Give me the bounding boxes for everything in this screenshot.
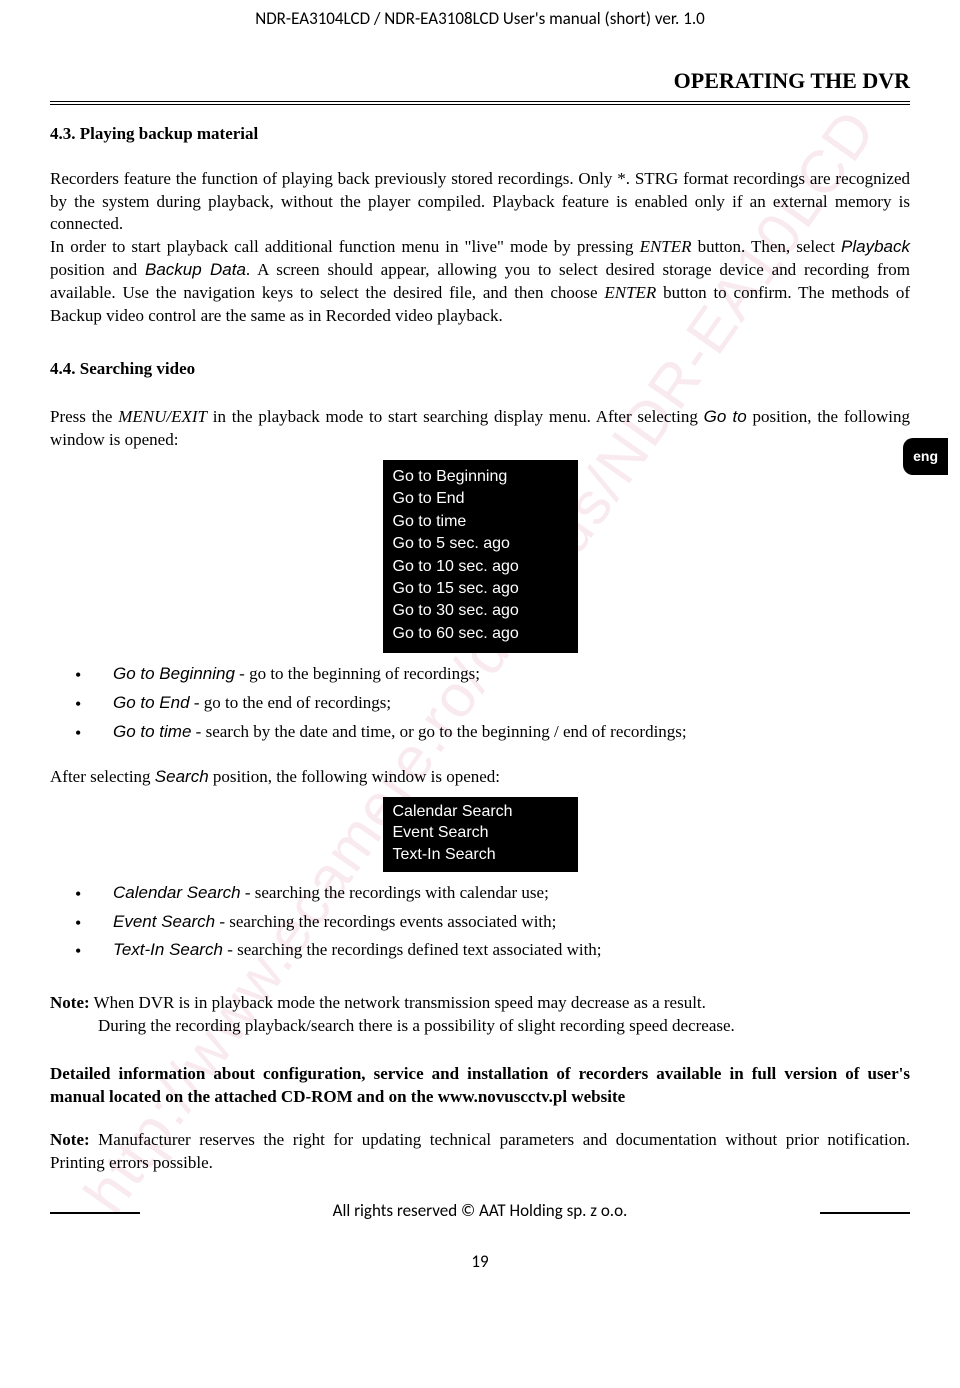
note-label: Note: — [50, 1130, 90, 1149]
list-item: Go to End - go to the end of recordings; — [75, 692, 910, 715]
menu-item: Go to 30 sec. ago — [393, 600, 568, 622]
text: After selecting — [50, 767, 155, 786]
detailed-info: Detailed information about configuration… — [50, 1063, 910, 1109]
term: Go to Beginning — [113, 664, 235, 683]
search-label: Search — [155, 767, 209, 786]
note-label: Note: — [50, 993, 90, 1012]
language-tab: eng — [903, 438, 948, 475]
text: in the playback mode to start searching … — [207, 407, 704, 426]
menu-item: Calendar Search — [393, 801, 568, 823]
menu-item: Event Search — [393, 822, 568, 844]
text: In order to start playback call addition… — [50, 237, 640, 256]
heading-4-4: 4.4. Searching video — [50, 358, 910, 381]
desc: - searching the recordings defined text … — [223, 940, 602, 959]
menu-item: Go to 5 sec. ago — [393, 533, 568, 555]
list-item: Event Search - searching the recordings … — [75, 911, 910, 934]
enter-label: ENTER — [640, 237, 692, 256]
term: Event Search — [113, 912, 215, 931]
term: Calendar Search — [113, 883, 241, 902]
note-text: When DVR is in playback mode the network… — [90, 993, 706, 1012]
desc: - go to the beginning of recordings; — [235, 664, 480, 683]
search-bullet-list: Calendar Search - searching the recordin… — [50, 882, 910, 963]
menu-item: Go to End — [393, 488, 568, 510]
go-to-label: Go to — [704, 407, 747, 426]
note-text: Manufacturer reserves the right for upda… — [50, 1130, 910, 1172]
menu-item: Go to 15 sec. ago — [393, 578, 568, 600]
desc: - searching the recordings events associ… — [215, 912, 556, 931]
menu-item: Go to 60 sec. ago — [393, 623, 568, 645]
footer-copyright: All rights reserved © AAT Holding sp. z … — [50, 1200, 910, 1223]
note-text-line2: During the recording playback/search the… — [50, 1015, 910, 1038]
menu-exit-label: MENU/EXIT — [118, 407, 207, 426]
section-title: OPERATING THE DVR — [50, 66, 910, 96]
paragraph-4-3-b: In order to start playback call addition… — [50, 236, 910, 328]
note-block-1: Note: When DVR is in playback mode the n… — [50, 992, 910, 1038]
backup-data-label: Backup Data — [145, 260, 246, 279]
menu-item: Text-In Search — [393, 844, 568, 866]
text: position, the following window is opened… — [209, 767, 500, 786]
menu-item: Go to Beginning — [393, 466, 568, 488]
menu-item: Go to time — [393, 511, 568, 533]
page-number: 19 — [50, 1251, 910, 1274]
text: button. Then, select — [692, 237, 841, 256]
text: position and — [50, 260, 145, 279]
search-menu-box: Calendar Search Event Search Text-In Sea… — [383, 797, 578, 872]
paragraph-search-intro: After selecting Search position, the fol… — [50, 766, 910, 789]
list-item: Go to time - search by the date and time… — [75, 721, 910, 744]
term: Text-In Search — [113, 940, 223, 959]
heading-4-3: 4.3. Playing backup material — [50, 123, 910, 146]
term: Go to End — [113, 693, 190, 712]
paragraph-4-3-a: Recorders feature the function of playin… — [50, 168, 910, 237]
playback-label: Playback — [841, 237, 910, 256]
enter-label: ENTER — [604, 283, 656, 302]
page-header: NDR-EA3104LCD / NDR-EA3108LCD User's man… — [50, 8, 910, 31]
desc: - search by the date and time, or go to … — [191, 722, 686, 741]
list-item: Text-In Search - searching the recording… — [75, 939, 910, 962]
term: Go to time — [113, 722, 191, 741]
goto-bullet-list: Go to Beginning - go to the beginning of… — [50, 663, 910, 744]
list-item: Calendar Search - searching the recordin… — [75, 882, 910, 905]
goto-menu-box: Go to Beginning Go to End Go to time Go … — [383, 460, 578, 653]
desc: - searching the recordings with calendar… — [241, 883, 549, 902]
desc: - go to the end of recordings; — [190, 693, 392, 712]
menu-item: Go to 10 sec. ago — [393, 556, 568, 578]
list-item: Go to Beginning - go to the beginning of… — [75, 663, 910, 686]
text: Press the — [50, 407, 118, 426]
paragraph-4-4-intro: Press the MENU/EXIT in the playback mode… — [50, 406, 910, 452]
divider — [50, 101, 910, 105]
note-block-2: Note: Manufacturer reserves the right fo… — [50, 1129, 910, 1175]
